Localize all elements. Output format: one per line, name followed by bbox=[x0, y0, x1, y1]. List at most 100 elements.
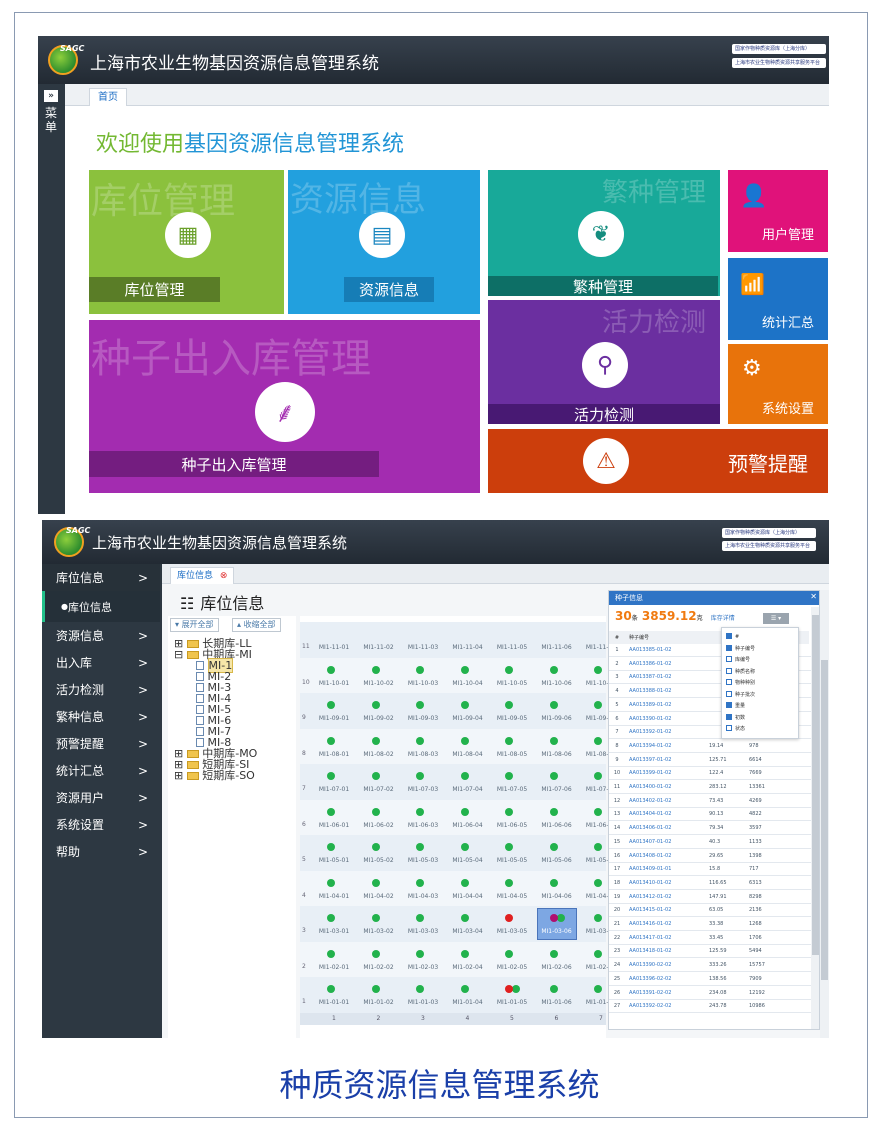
nav-item[interactable]: 繁种信息 > bbox=[42, 703, 160, 730]
column-option[interactable]: 种质名称 bbox=[726, 667, 755, 679]
nav-item[interactable]: 资源用户 > bbox=[42, 784, 160, 811]
slot-cell[interactable]: MI1-05-01 bbox=[312, 857, 356, 864]
table-row[interactable]: 9 AA013397-01-02 125.71 6614 bbox=[609, 754, 819, 767]
checkbox-checked-icon[interactable] bbox=[726, 644, 732, 651]
menu-toggle-icon[interactable]: » bbox=[44, 90, 58, 102]
slot-cell[interactable]: MI1-04-05 bbox=[490, 893, 534, 900]
slot-cell[interactable]: MI1-02-02 bbox=[357, 964, 401, 971]
slot-cell[interactable]: MI1-11-02 bbox=[357, 644, 401, 651]
column-option[interactable]: 状态 bbox=[726, 724, 755, 736]
slot-cell[interactable]: MI1-09-03 bbox=[401, 715, 445, 722]
slot-cell[interactable]: MI1-11-04 bbox=[446, 644, 490, 651]
slot-cell[interactable]: MI1-03-06 bbox=[535, 928, 579, 935]
tile-resource[interactable]: 资源信息 ▤ 资源信息 bbox=[288, 170, 480, 314]
nav-item[interactable]: 出入库 > bbox=[42, 649, 160, 676]
slot-cell[interactable]: MI1-11-05 bbox=[490, 644, 534, 651]
slot-cell[interactable]: MI1-08-04 bbox=[446, 751, 490, 758]
tile-warning[interactable]: ⚠ 预警提醒 bbox=[488, 429, 828, 493]
table-row[interactable]: 10 AA013399-01-02 122.4 7669 bbox=[609, 767, 819, 781]
slot-cell[interactable]: MI1-11-03 bbox=[401, 644, 445, 651]
slot-cell[interactable]: MI1-09-06 bbox=[535, 715, 579, 722]
table-row[interactable]: 13 AA013404-01-02 90.13 4822 bbox=[609, 808, 819, 822]
table-row[interactable]: 20 AA013415-01-02 63.05 2136 bbox=[609, 904, 819, 918]
slot-cell[interactable]: MI1-03-04 bbox=[446, 928, 490, 935]
table-row[interactable]: 23 AA013418-01-02 125.59 5494 bbox=[609, 945, 819, 959]
table-row[interactable]: 8 AA013394-01-02 19.14 978 bbox=[609, 740, 819, 753]
slot-cell[interactable]: MI1-08-01 bbox=[312, 751, 356, 758]
slot-cell[interactable]: MI1-08-02 bbox=[357, 751, 401, 758]
partner-badge-2[interactable]: 上海市农业生物种质资源共享服务平台 bbox=[732, 58, 826, 68]
page-scrollbar[interactable] bbox=[820, 590, 829, 1038]
slot-cell[interactable]: MI1-04-06 bbox=[535, 893, 579, 900]
nav-item[interactable]: 资源信息 > bbox=[42, 622, 160, 649]
slot-cell[interactable]: MI1-07-05 bbox=[490, 786, 534, 793]
slot-cell[interactable]: MI1-04-02 bbox=[357, 893, 401, 900]
column-option[interactable]: 库编号 bbox=[726, 655, 755, 667]
tree-folder[interactable]: ⊞ 短期库-SO bbox=[174, 770, 294, 781]
tile-stats[interactable]: 📶 统计汇总 bbox=[728, 258, 828, 340]
table-row[interactable]: 17 AA013409-01-01 15.8 717 bbox=[609, 863, 819, 877]
slot-cell[interactable]: MI1-01-01 bbox=[312, 999, 356, 1006]
slot-cell[interactable]: MI1-08-03 bbox=[401, 751, 445, 758]
partner-badge-1[interactable]: 国家作物种质资源库（上海分库） bbox=[732, 44, 826, 54]
slot-cell[interactable]: MI1-04-03 bbox=[401, 893, 445, 900]
checkbox-checked-icon[interactable] bbox=[726, 633, 732, 639]
column-option[interactable]: 种子编号 bbox=[726, 644, 755, 656]
checkbox-checked-icon[interactable] bbox=[726, 713, 732, 720]
slot-cell[interactable]: MI1-04-04 bbox=[446, 893, 490, 900]
checkbox-icon[interactable] bbox=[726, 679, 732, 685]
slot-cell[interactable]: MI1-10-06 bbox=[535, 680, 579, 687]
table-row[interactable]: 27 AA013392-02-02 243.78 10986 bbox=[609, 1000, 819, 1014]
slot-cell[interactable]: MI1-02-05 bbox=[490, 964, 534, 971]
tree-leaf[interactable]: MI-1 bbox=[174, 658, 294, 673]
tile-seedio[interactable]: 种子出入库管理 ⸙ 种子出入库管理 bbox=[89, 320, 480, 493]
slot-cell[interactable]: MI1-06-01 bbox=[312, 822, 356, 829]
scroll-thumb[interactable] bbox=[812, 615, 819, 955]
slot-cell[interactable]: MI1-07-06 bbox=[535, 786, 579, 793]
slot-cell[interactable]: MI1-03-03 bbox=[401, 928, 445, 935]
slot-cell[interactable]: MI1-03-01 bbox=[312, 928, 356, 935]
nav-item[interactable]: 活力检测 > bbox=[42, 676, 160, 703]
tile-breeding[interactable]: 繁种管理 ❦ 繁种管理 bbox=[488, 170, 720, 296]
slot-cell[interactable]: MI1-07-04 bbox=[446, 786, 490, 793]
tab-storage-info[interactable]: 库位信息 ⊗ bbox=[170, 567, 235, 584]
slot-cell[interactable]: MI1-10-03 bbox=[401, 680, 445, 687]
nav-item[interactable]: 帮助 > bbox=[42, 838, 160, 865]
table-row[interactable]: 11 AA013400-01-02 283.12 13361 bbox=[609, 781, 819, 794]
checkbox-icon[interactable] bbox=[726, 725, 732, 731]
stock-detail-link[interactable]: 库存详情 bbox=[711, 615, 735, 622]
slot-cell[interactable]: MI1-06-04 bbox=[446, 822, 490, 829]
slot-cell[interactable]: MI1-08-05 bbox=[490, 751, 534, 758]
slot-cell[interactable]: MI1-11-01 bbox=[312, 644, 356, 651]
slot-cell[interactable]: MI1-11-06 bbox=[535, 644, 579, 651]
slot-cell[interactable]: MI1-08-06 bbox=[535, 751, 579, 758]
slot-cell[interactable]: MI1-01-03 bbox=[401, 999, 445, 1006]
tree-leaf[interactable]: MI-7 bbox=[174, 726, 294, 737]
slot-cell[interactable]: MI1-09-02 bbox=[357, 715, 401, 722]
col-seed-id[interactable]: 种子编号 bbox=[625, 634, 649, 641]
slot-cell[interactable]: MI1-07-03 bbox=[401, 786, 445, 793]
slot-cell[interactable]: MI1-05-02 bbox=[357, 857, 401, 864]
slot-cell[interactable]: MI1-01-05 bbox=[490, 999, 534, 1006]
menu-label[interactable]: 菜单 bbox=[45, 106, 57, 134]
checkbox-icon[interactable] bbox=[726, 667, 732, 674]
checkbox-icon[interactable] bbox=[726, 656, 732, 662]
checkbox-checked-icon[interactable] bbox=[726, 702, 732, 708]
table-row[interactable]: 22 AA013417-01-02 33.45 1706 bbox=[609, 932, 819, 945]
slot-cell[interactable]: MI1-06-02 bbox=[357, 822, 401, 829]
expand-all-button[interactable]: ▾ 展开全部 bbox=[170, 618, 219, 632]
slot-cell[interactable]: MI1-05-06 bbox=[535, 857, 579, 864]
partner-badge-2[interactable]: 上海市农业生物种质资源共享服务平台 bbox=[722, 541, 816, 551]
table-row[interactable]: 14 AA013406-01-02 79.34 3597 bbox=[609, 822, 819, 836]
nav-item[interactable]: 预警提醒 > bbox=[42, 730, 160, 757]
slot-cell[interactable]: MI1-01-04 bbox=[446, 999, 490, 1006]
slot-cell[interactable]: MI1-07-01 bbox=[312, 786, 356, 793]
slot-cell[interactable]: MI1-10-05 bbox=[490, 680, 534, 687]
slot-cell[interactable]: MI1-01-06 bbox=[535, 999, 579, 1006]
slot-cell[interactable]: MI1-02-06 bbox=[535, 964, 579, 971]
table-row[interactable]: 26 AA013391-02-02 234.08 12192 bbox=[609, 987, 819, 1000]
nav-item[interactable]: 统计汇总 > bbox=[42, 757, 160, 784]
tree-leaf[interactable]: MI-5 bbox=[174, 704, 294, 715]
slot-cell[interactable]: MI1-05-03 bbox=[401, 857, 445, 864]
nav-item-active[interactable]: ● 库位信息 bbox=[42, 591, 160, 622]
